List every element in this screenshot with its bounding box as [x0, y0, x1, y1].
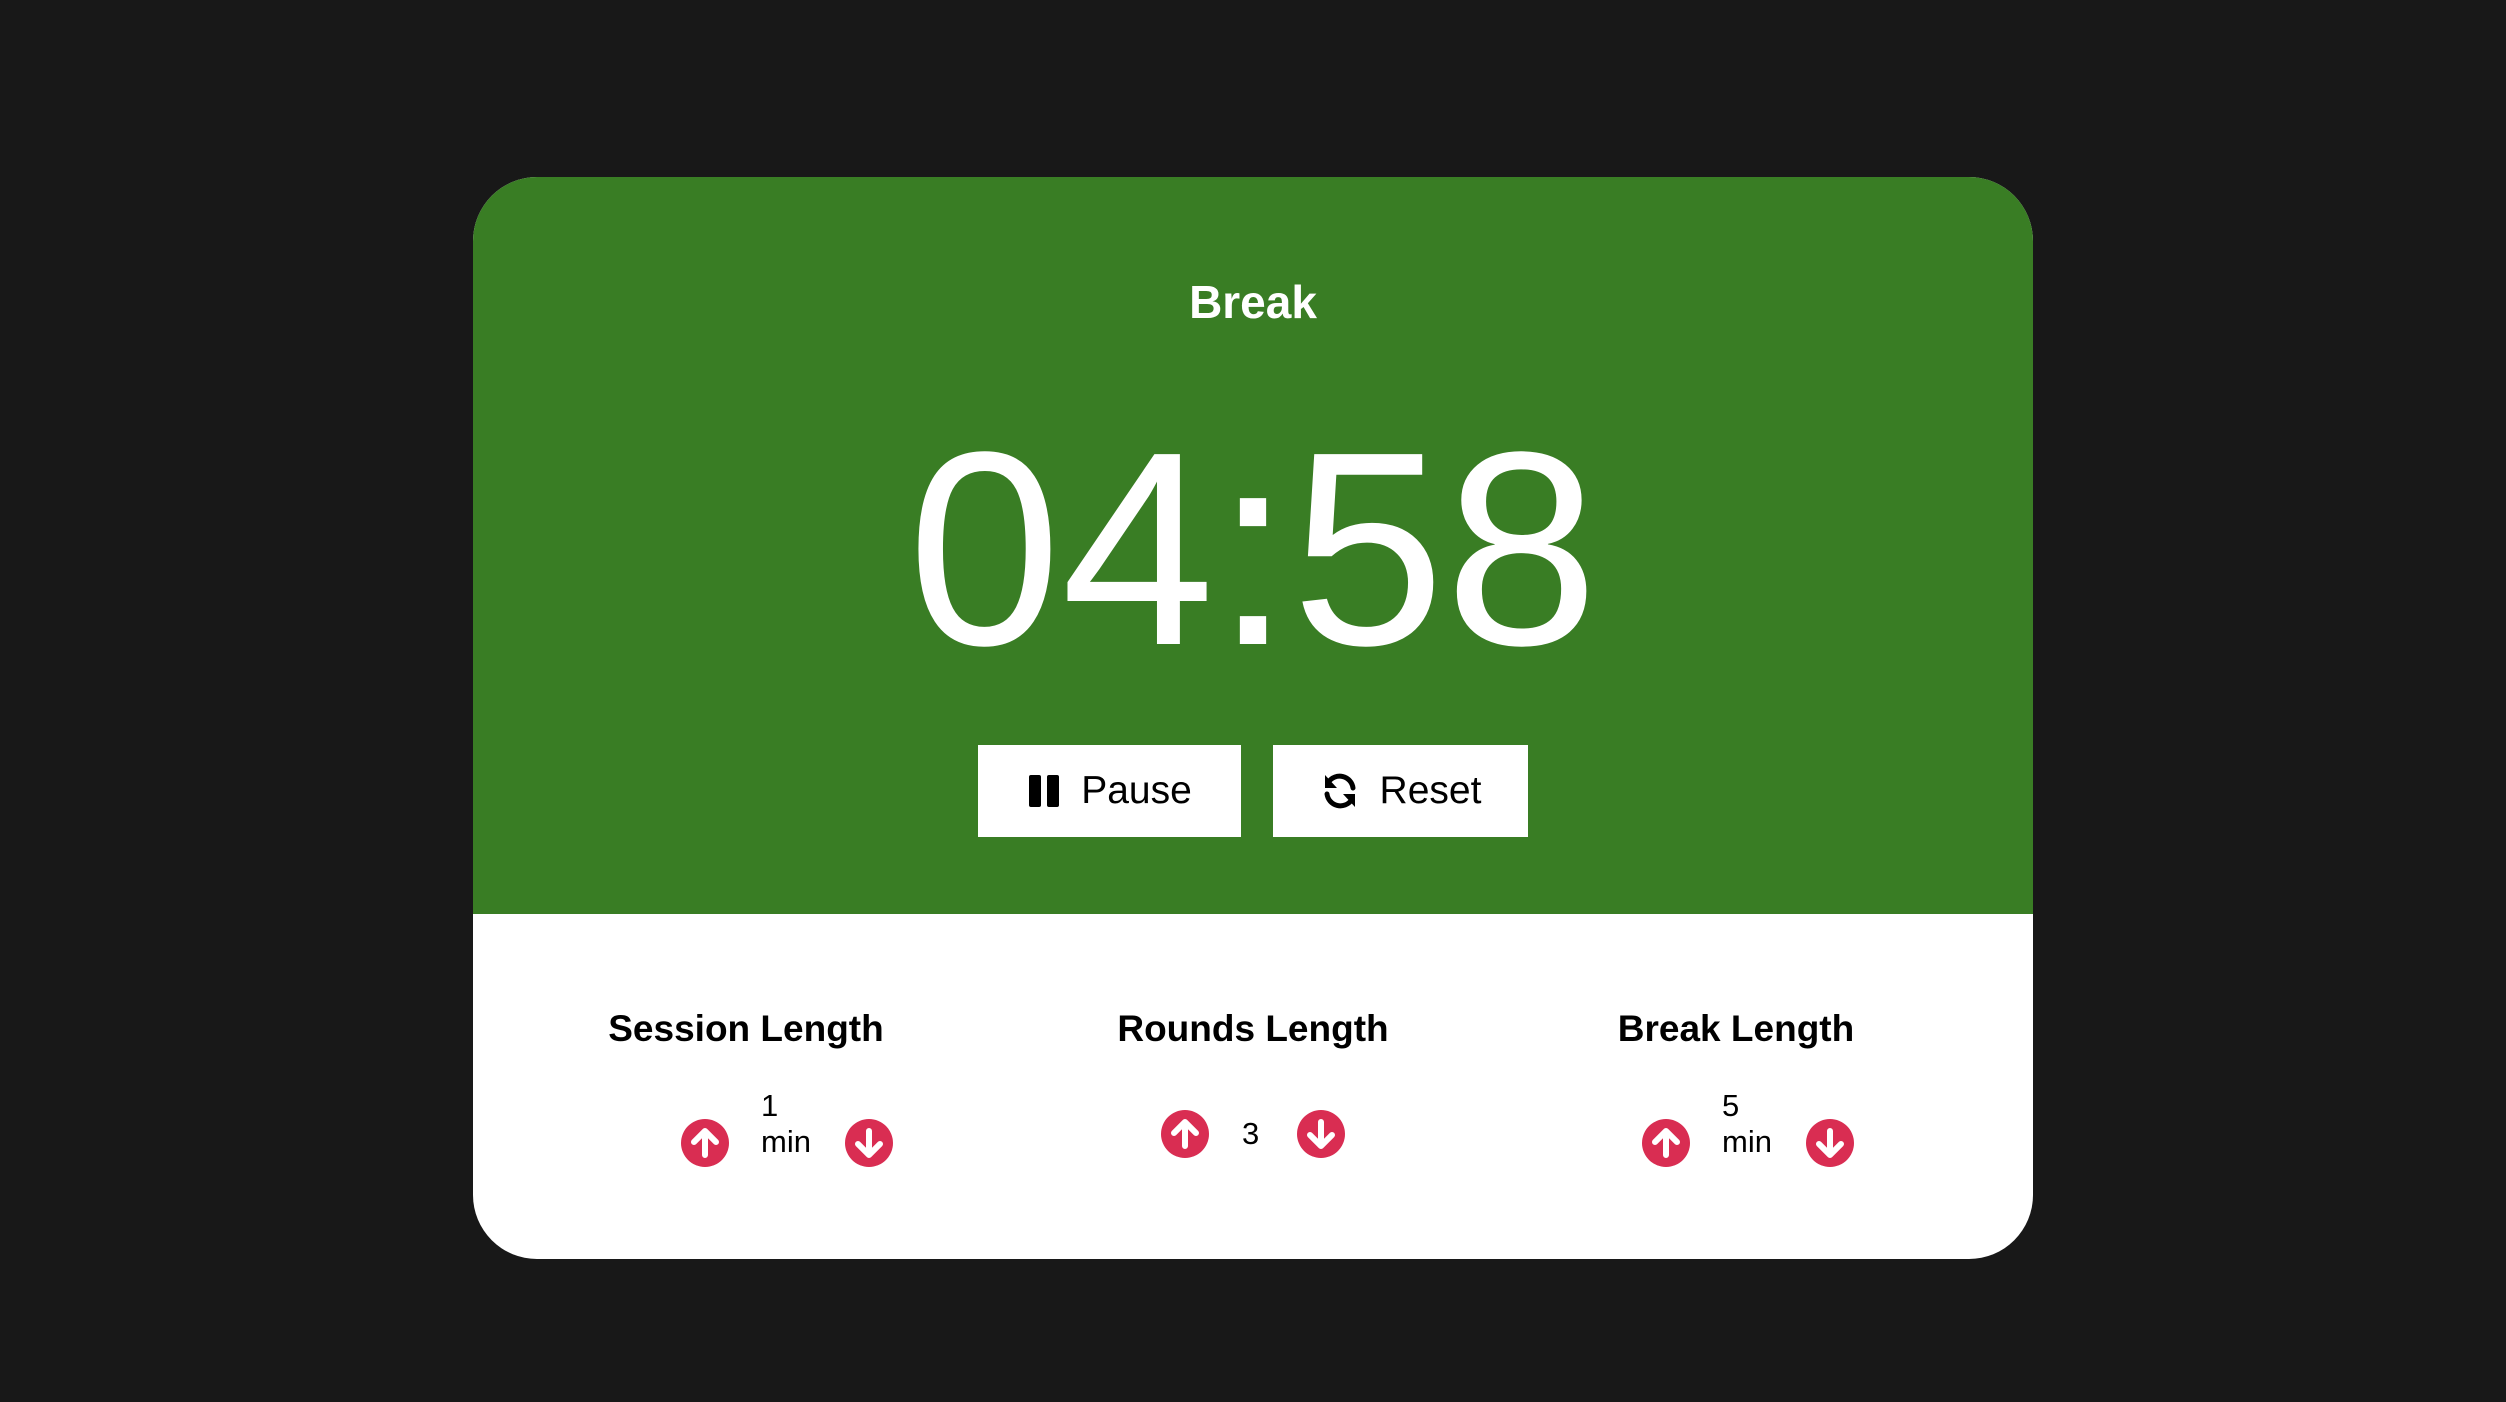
break-decrease-button[interactable]	[1805, 1118, 1855, 1168]
rounds-length-title: Rounds Length	[1117, 1008, 1389, 1049]
arrow-down-circle-icon	[1296, 1110, 1346, 1162]
break-length-value: 5 min	[1722, 1088, 1772, 1160]
break-length-unit: min	[1722, 1124, 1772, 1159]
break-increase-button[interactable]	[1641, 1118, 1691, 1168]
session-decrease-button[interactable]	[844, 1118, 894, 1168]
break-length-number: 5	[1722, 1088, 1740, 1123]
arrow-up-circle-icon	[1641, 1119, 1691, 1171]
break-length-title: Break Length	[1617, 1008, 1855, 1049]
pomodoro-card: Break 04:58 Pause Reset Session Length 1…	[473, 177, 2033, 1259]
rounds-length-setting: Rounds Length 3	[1003, 177, 1503, 1259]
rounds-length-value: 3	[1242, 1116, 1260, 1151]
session-increase-button[interactable]	[680, 1118, 730, 1168]
break-length-setting: Break Length 5 min	[1486, 177, 1986, 1259]
session-length-setting: Session Length 1 min	[473, 177, 973, 1259]
arrow-down-circle-icon	[1805, 1119, 1855, 1171]
arrow-up-circle-icon	[680, 1119, 730, 1171]
session-length-value: 1 min	[761, 1088, 811, 1160]
rounds-increase-button[interactable]	[1160, 1109, 1210, 1159]
session-length-unit: min	[761, 1124, 811, 1159]
arrow-down-circle-icon	[844, 1119, 894, 1171]
arrow-up-circle-icon	[1160, 1110, 1210, 1162]
session-length-number: 1	[761, 1088, 779, 1123]
session-length-title: Session Length	[608, 1008, 884, 1049]
rounds-decrease-button[interactable]	[1296, 1109, 1346, 1159]
